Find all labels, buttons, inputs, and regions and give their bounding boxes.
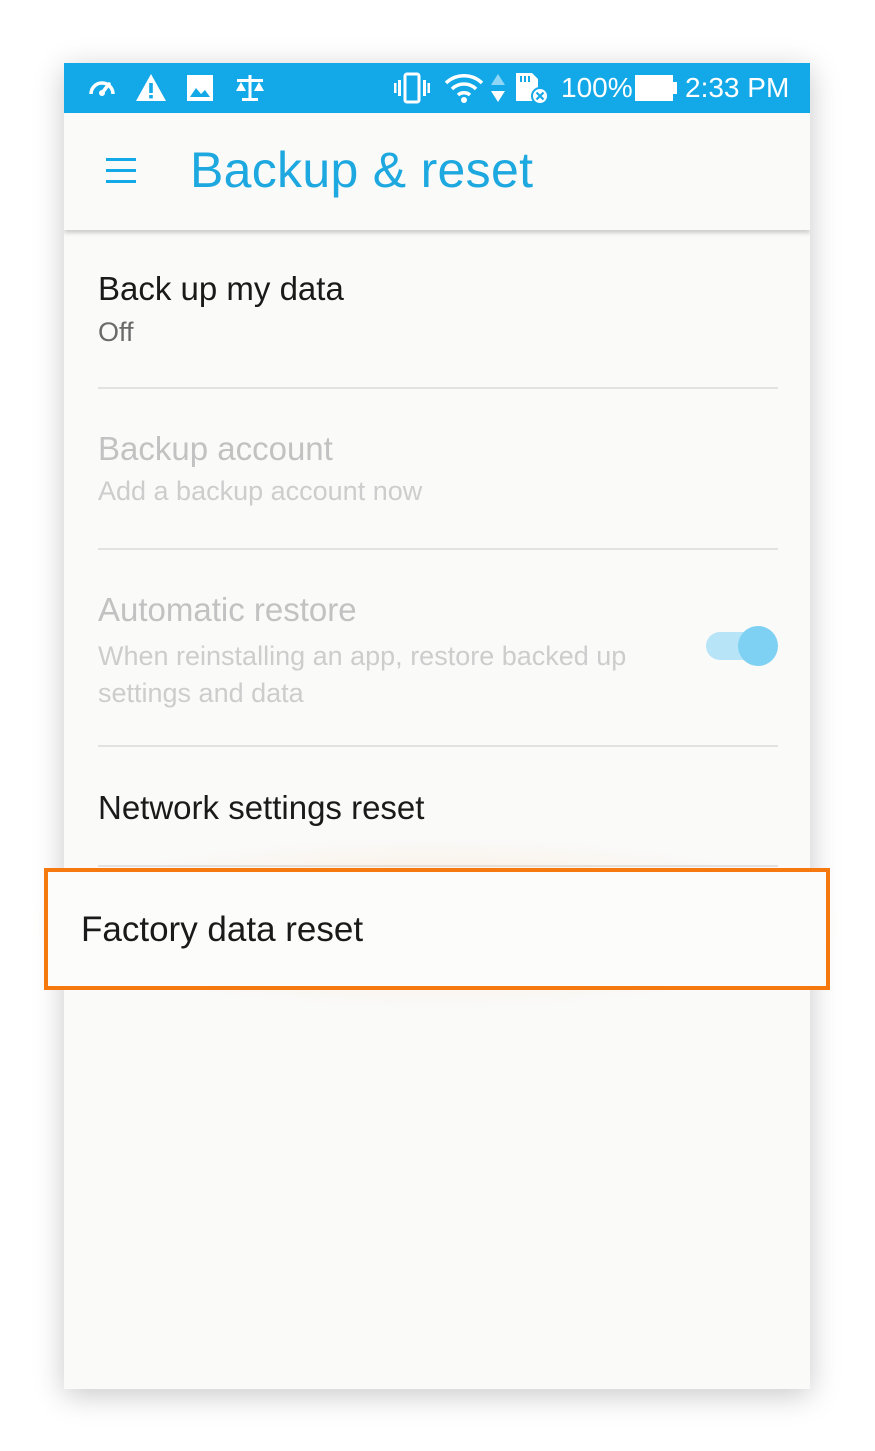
backup-account-summary: Add a backup account now (98, 476, 423, 506)
app-bar: Backup & reset (64, 113, 810, 230)
clock: 2:33 PM (685, 72, 790, 103)
data-arrows-icon (489, 72, 507, 104)
vibrate-icon (394, 72, 430, 104)
backup-data-summary: Off (98, 317, 134, 347)
backup-data-item[interactable]: Back up my data Off (98, 230, 778, 388)
automatic-restore-toggle[interactable] (706, 626, 778, 666)
automatic-restore-title: Automatic restore (98, 591, 357, 628)
automatic-restore-summary: When reinstalling an app, restore backed… (98, 641, 627, 708)
network-settings-reset-item[interactable]: Network settings reset (98, 747, 778, 865)
backup-data-title: Back up my data (98, 270, 344, 307)
image-icon (186, 72, 214, 104)
network-settings-reset-title: Network settings reset (98, 789, 425, 826)
battery-icon (634, 72, 680, 104)
phone-screen: 100% 2:33 PM Backup & reset Back up my d… (64, 63, 810, 1389)
page-title: Backup & reset (190, 142, 534, 198)
hamburger-menu-icon[interactable] (106, 156, 138, 186)
backup-account-title: Backup account (98, 430, 333, 467)
backup-account-item[interactable]: Backup account Add a backup account now (98, 389, 778, 547)
factory-data-reset-title: Factory data reset (81, 910, 364, 949)
warning-icon (134, 72, 168, 104)
toggle-thumb (738, 626, 778, 666)
factory-data-reset-item[interactable]: Factory data reset (44, 868, 830, 990)
sd-card-icon (512, 72, 550, 105)
divider (98, 865, 778, 867)
wifi-icon (444, 72, 484, 104)
scale-icon (234, 72, 266, 104)
battery-percent: 100% (561, 72, 633, 103)
automatic-restore-item[interactable]: Automatic restore When reinstalling an a… (98, 550, 778, 745)
speed-meter-icon (86, 72, 118, 104)
status-bar: 100% 2:33 PM (64, 63, 810, 113)
